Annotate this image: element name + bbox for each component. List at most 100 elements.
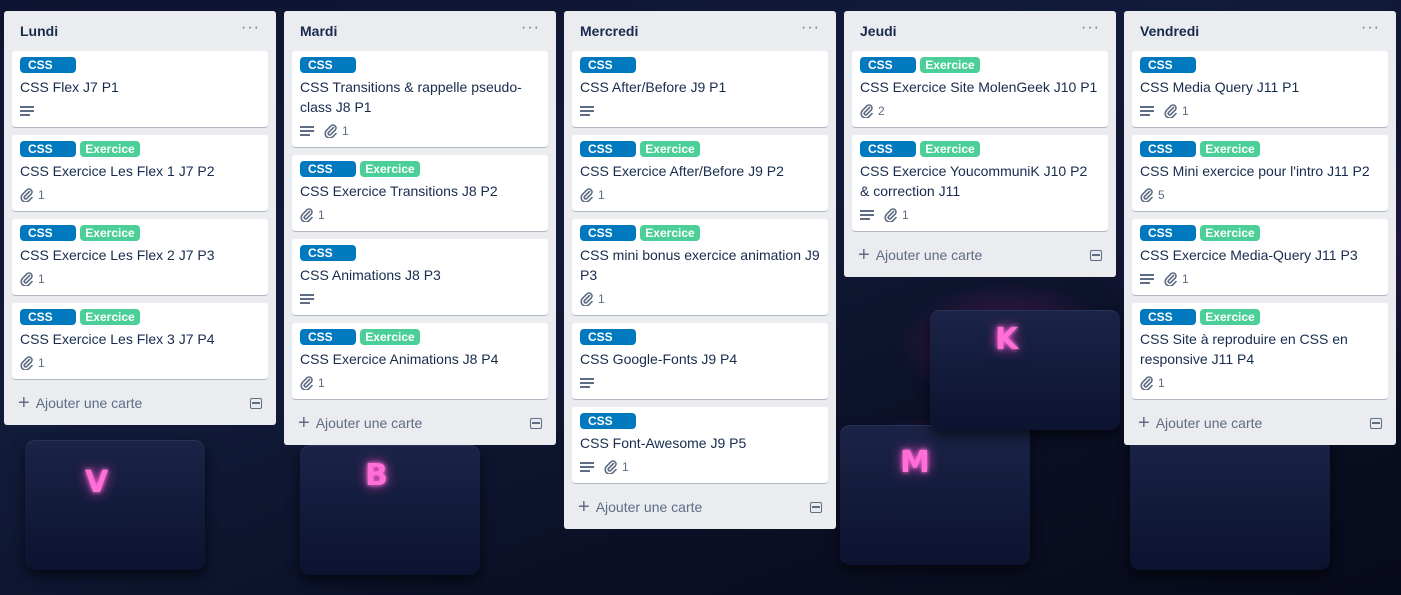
card[interactable]: CSS Exercice CSS Site à reproduire en CSS … xyxy=(1132,303,1388,399)
add-card-button[interactable]: + Ajouter une carte xyxy=(292,407,548,437)
card-badges: 1 xyxy=(20,269,260,289)
attachment-count: 1 xyxy=(318,376,325,390)
add-card-link[interactable]: + Ajouter une carte xyxy=(18,392,142,414)
card-labels: CSS xyxy=(580,57,820,73)
list-menu-icon[interactable]: ··· xyxy=(1081,20,1100,39)
paperclip-icon xyxy=(300,376,314,391)
attachment-count: 1 xyxy=(318,208,325,222)
add-card-link[interactable]: + Ajouter une carte xyxy=(578,496,702,518)
paperclip-icon xyxy=(1164,104,1178,119)
card[interactable]: CSS CSS Google-Fonts J9 P4 xyxy=(572,323,828,399)
card-title: CSS After/Before J9 P1 xyxy=(580,79,727,95)
card-title: CSS Media Query J11 P1 xyxy=(1140,79,1300,95)
label-css: CSS xyxy=(300,57,356,73)
card[interactable]: CSS Exercice CSS mini bonus exercice anima… xyxy=(572,219,828,315)
add-card-link[interactable]: + Ajouter une carte xyxy=(1138,413,1262,433)
attachment-count: 1 xyxy=(342,124,349,138)
card[interactable]: CSS Exercice CSS Exercice Les Flex 1 J7 P2… xyxy=(12,135,268,211)
label-css: CSS xyxy=(860,141,916,157)
card[interactable]: CSS Exercice CSS Exercice Media-Query J11 … xyxy=(1132,219,1388,295)
list-menu-icon[interactable]: ··· xyxy=(241,20,260,39)
card-template-icon[interactable] xyxy=(1090,249,1102,261)
card-title: CSS Mini exercice pour l'intro J11 P2 xyxy=(1140,163,1370,179)
label-exercice: Exercice xyxy=(920,57,980,73)
add-card-button[interactable]: + Ajouter une carte xyxy=(572,491,828,521)
label-exercice: Exercice xyxy=(80,141,140,157)
card[interactable]: CSS Exercice CSS Exercice Animations J8 P4… xyxy=(292,323,548,399)
card-badges xyxy=(580,373,820,393)
plus-icon: + xyxy=(18,392,30,414)
add-card-label: Ajouter une carte xyxy=(315,415,423,431)
label-css: CSS xyxy=(300,329,356,345)
list-header[interactable]: Lundi ··· xyxy=(12,11,268,51)
label-css: CSS xyxy=(580,413,636,429)
attachment-count: 1 xyxy=(38,188,45,202)
label-css: CSS xyxy=(580,329,636,345)
list-title[interactable]: Jeudi xyxy=(860,23,897,39)
list-title[interactable]: Mercredi xyxy=(580,23,638,39)
card-badges: 2 xyxy=(860,101,1100,121)
card-template-icon[interactable] xyxy=(250,397,262,409)
list-header[interactable]: Jeudi ··· xyxy=(852,11,1108,51)
list-title[interactable]: Lundi xyxy=(20,23,58,39)
card-labels: CSS Exercice xyxy=(1140,141,1380,157)
card-title: CSS Exercice Media-Query J11 P3 xyxy=(1140,247,1358,263)
list-title[interactable]: Mardi xyxy=(300,23,337,39)
card[interactable]: CSS Exercice CSS Exercice Les Flex 2 J7 P3… xyxy=(12,219,268,295)
card-template-icon[interactable] xyxy=(1370,417,1382,429)
card[interactable]: CSS Exercice CSS Exercice Site MolenGeek J… xyxy=(852,51,1108,127)
description-icon xyxy=(300,294,314,304)
card-title: CSS Google-Fonts J9 P4 xyxy=(580,351,738,367)
card[interactable]: CSS CSS After/Before J9 P1 xyxy=(572,51,828,127)
card-title: CSS mini bonus exercice animation J9 P3 xyxy=(580,247,820,283)
card[interactable]: CSS Exercice CSS Exercice YoucommuniK J10 … xyxy=(852,135,1108,231)
attachment-badge: 5 xyxy=(1140,188,1165,203)
paperclip-icon xyxy=(324,124,338,139)
card-labels: CSS Exercice xyxy=(20,309,260,325)
card[interactable]: CSS CSS Transitions & rappelle pseudo-cla… xyxy=(292,51,548,147)
attachment-count: 1 xyxy=(598,188,605,202)
plus-icon: + xyxy=(578,496,590,518)
label-exercice: Exercice xyxy=(1200,309,1260,325)
list-title[interactable]: Vendredi xyxy=(1140,23,1199,39)
card[interactable]: CSS CSS Flex J7 P1 xyxy=(12,51,268,127)
card-template-icon[interactable] xyxy=(530,417,542,429)
add-card-button[interactable]: + Ajouter une carte xyxy=(852,239,1108,269)
card-badges: 1 xyxy=(860,205,1100,225)
card-badges: 5 xyxy=(1140,185,1380,205)
attachment-badge: 1 xyxy=(884,208,909,223)
attachment-badge: 1 xyxy=(20,188,45,203)
list-header[interactable]: Mardi ··· xyxy=(292,11,548,51)
card[interactable]: CSS CSS Media Query J11 P1 1 xyxy=(1132,51,1388,127)
card-badges: 1 xyxy=(580,185,820,205)
card-labels: CSS xyxy=(20,57,260,73)
list-menu-icon[interactable]: ··· xyxy=(521,20,540,39)
list-menu-icon[interactable]: ··· xyxy=(1361,20,1380,39)
card-badges xyxy=(20,101,260,121)
add-card-link[interactable]: + Ajouter une carte xyxy=(858,245,982,265)
label-css: CSS xyxy=(580,225,636,241)
add-card-button[interactable]: + Ajouter une carte xyxy=(12,387,268,417)
card[interactable]: CSS Exercice CSS Exercice Transitions J8 P… xyxy=(292,155,548,231)
add-card-link[interactable]: + Ajouter une carte xyxy=(298,413,423,433)
card-labels: CSS xyxy=(580,413,820,429)
label-css: CSS xyxy=(20,309,76,325)
list-menu-icon[interactable]: ··· xyxy=(801,20,820,39)
paperclip-icon xyxy=(300,208,314,223)
card[interactable]: CSS CSS Font-Awesome J9 P5 1 xyxy=(572,407,828,483)
list-vendredi: Vendredi ··· CSS CSS Media Query J11 P1 1 CSS… xyxy=(1124,11,1396,445)
background-key xyxy=(840,425,1030,565)
card-title: CSS Exercice Les Flex 1 J7 P2 xyxy=(20,163,215,179)
add-card-button[interactable]: + Ajouter une carte xyxy=(1132,407,1388,437)
description-icon xyxy=(580,378,594,388)
card-badges: 1 xyxy=(300,205,540,225)
card-template-icon[interactable] xyxy=(810,501,822,513)
card[interactable]: CSS CSS Animations J8 P3 xyxy=(292,239,548,315)
card[interactable]: CSS Exercice CSS Exercice Les Flex 3 J7 P4… xyxy=(12,303,268,379)
list-header[interactable]: Vendredi ··· xyxy=(1132,11,1388,51)
attachment-badge: 1 xyxy=(580,292,605,307)
card-badges: 1 xyxy=(300,121,540,141)
card[interactable]: CSS Exercice CSS Mini exercice pour l'intr… xyxy=(1132,135,1388,211)
list-header[interactable]: Mercredi ··· xyxy=(572,11,828,51)
card[interactable]: CSS Exercice CSS Exercice After/Before J9 … xyxy=(572,135,828,211)
